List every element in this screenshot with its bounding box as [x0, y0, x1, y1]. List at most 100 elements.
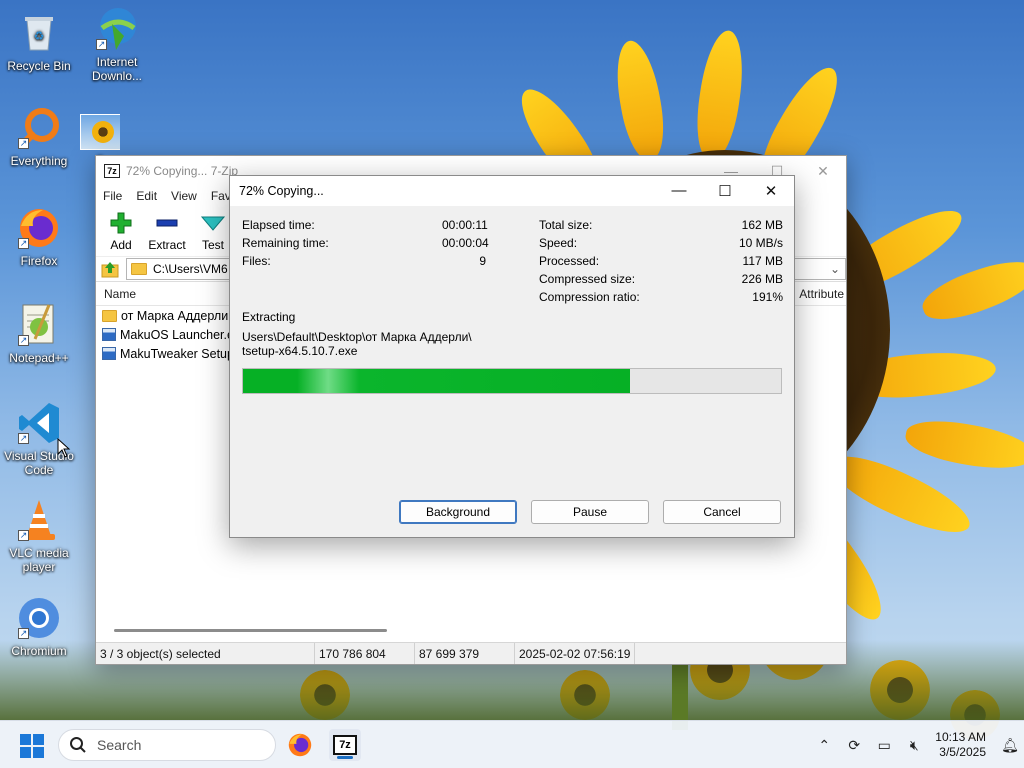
window-title: 72% Copying... 7-Zip [126, 164, 239, 178]
stat-label: Compression ratio: [539, 290, 640, 304]
firefox-icon: ↗ [16, 205, 62, 251]
dialog-minimize-button[interactable]: — [656, 182, 702, 200]
7zip-app-icon: 7z [104, 164, 120, 178]
status-modified: 2025-02-02 07:56:19 [515, 643, 635, 664]
menu-edit[interactable]: Edit [136, 189, 157, 203]
add-label: Add [110, 238, 132, 252]
menu-view[interactable]: View [171, 189, 197, 203]
stat-processed: Processed: 117 MB [539, 254, 783, 272]
menu-file[interactable]: File [103, 189, 122, 203]
column-attributes[interactable]: Attribute [794, 286, 846, 301]
recycle-bin-icon: ♻ [16, 10, 62, 56]
plus-icon [109, 211, 133, 235]
status-packed-size: 87 699 379 [415, 643, 515, 664]
desktop-icon-vlc[interactable]: ↗ VLC media player [0, 497, 78, 574]
desktop-icon-label: Internet Downlo... [91, 55, 143, 83]
desktop-icon-label: Recycle Bin [7, 59, 71, 73]
notification-bell-icon[interactable]: 🔔︎ [996, 737, 1024, 754]
desktop-icon-label: Firefox [20, 254, 58, 268]
progress-bar [242, 368, 782, 394]
stat-value: 9 [479, 254, 486, 268]
system-tray: ⌃ ⟳ ▭ 🔇︎ 10:13 AM 3/5/2025 🔔︎ [809, 721, 1024, 768]
exe-file-icon [102, 347, 116, 360]
extract-button[interactable]: Extract [148, 211, 186, 252]
path-line: tsetup-x64.5.10.7.exe [242, 344, 358, 358]
address-text: C:\Users\VM6 [153, 262, 228, 276]
dialog-close-button[interactable]: ✕ [748, 182, 794, 200]
windows-logo-pane [20, 747, 31, 758]
folder-icon [102, 309, 117, 322]
desktop-icon-label: Notepad++ [9, 351, 69, 365]
column-name[interactable]: Name [104, 287, 136, 301]
stat-speed: Speed: 10 MB/s [539, 236, 783, 254]
desktop-icon-recycle-bin[interactable]: ♻ Recycle Bin [0, 10, 78, 73]
background-button[interactable]: Background [399, 500, 517, 524]
taskbar-clock[interactable]: 10:13 AM 3/5/2025 [929, 730, 996, 760]
chevron-up-icon[interactable]: ⌃ [809, 737, 839, 754]
file-name: от Марка Аддерли [121, 308, 229, 323]
stat-label: Elapsed time: [242, 218, 315, 232]
mouse-cursor-icon [57, 438, 71, 458]
sync-icon[interactable]: ⟳ [839, 737, 869, 754]
dialog-title: 72% Copying... [239, 184, 324, 198]
stat-value: 00:00:04 [442, 236, 489, 250]
copy-progress-dialog: 72% Copying... — ☐ ✕ Elapsed time: 00:00… [229, 175, 795, 538]
stat-total-size: Total size: 162 MB [539, 218, 783, 236]
stat-label: Speed: [539, 236, 578, 250]
stat-label: Remaining time: [242, 236, 329, 250]
firefox-icon [288, 733, 312, 757]
desktop-icon-everything[interactable]: ↗ Everything [0, 105, 78, 168]
vscode-icon: ↗ [16, 400, 62, 446]
search-placeholder: Search [97, 737, 142, 753]
folder-icon [131, 263, 147, 275]
monitor-icon[interactable]: ▭ [869, 737, 899, 754]
status-size: 170 786 804 [315, 643, 415, 664]
stat-label: Files: [242, 254, 271, 268]
idm-icon: ↗ [94, 6, 140, 52]
windows-logo-icon [20, 734, 31, 745]
pause-button[interactable]: Pause [531, 500, 649, 524]
search-icon [70, 737, 86, 753]
chromium-icon: ↗ [16, 595, 62, 641]
minus-icon [155, 211, 179, 235]
stat-compressed-size: Compressed size: 226 MB [539, 272, 783, 290]
taskbar-7zip[interactable]: 7z [329, 729, 361, 761]
start-button[interactable] [20, 734, 44, 758]
desktop-icon-chromium[interactable]: ↗ Chromium [0, 595, 78, 658]
desktop-icon-notepad-plus-plus[interactable]: ↗ Notepad++ [0, 302, 78, 365]
desktop-icon-label: Chromium [11, 644, 67, 658]
windows-logo-pane [33, 747, 44, 758]
desktop-icon-internet-download-manager[interactable]: ↗ Internet Downlo... [78, 6, 156, 83]
stat-compression-ratio: Compression ratio: 191% [539, 290, 783, 308]
exe-file-icon [102, 328, 116, 341]
folder-up-button[interactable] [100, 259, 120, 279]
status-bar: 3 / 3 object(s) selected 170 786 804 87 … [96, 642, 846, 664]
stat-label: Compressed size: [539, 272, 636, 286]
current-file-path: Users\Default\Desktop\от Марка Аддерли\ … [242, 330, 472, 358]
taskbar-firefox[interactable] [284, 729, 316, 761]
checkmark-icon [201, 211, 225, 235]
stat-elapsed: Elapsed time: 00:00:11 [242, 218, 488, 236]
speaker-muted-icon[interactable]: 🔇︎ [899, 737, 929, 754]
7zip-app-icon: 7z [333, 735, 357, 755]
test-label: Test [201, 238, 224, 252]
taskbar-search-box[interactable]: Search [58, 729, 276, 761]
add-button[interactable]: Add [102, 211, 140, 252]
operation-label: Extracting [242, 310, 296, 324]
stat-value: 162 MB [741, 218, 783, 232]
svg-text:♻: ♻ [34, 29, 45, 43]
desktop-icon-firefox[interactable]: ↗ Firefox [0, 205, 78, 268]
windows-logo-pane [33, 734, 44, 745]
notepad-plus-plus-icon: ↗ [16, 302, 62, 348]
progress-bar-fill [243, 369, 631, 393]
cancel-button[interactable]: Cancel [663, 500, 781, 524]
chevron-down-icon[interactable]: ⌄ [825, 262, 845, 276]
close-button[interactable]: ✕ [800, 163, 846, 180]
dialog-titlebar[interactable]: 72% Copying... — ☐ ✕ [230, 176, 794, 206]
stat-label: Processed: [539, 254, 600, 268]
test-button[interactable]: Test [194, 211, 232, 252]
horizontal-scrollbar[interactable] [114, 629, 387, 632]
everything-search-icon: ↗ [16, 105, 62, 151]
stat-value: 117 MB [742, 254, 783, 268]
dialog-maximize-button[interactable]: ☐ [702, 182, 748, 200]
